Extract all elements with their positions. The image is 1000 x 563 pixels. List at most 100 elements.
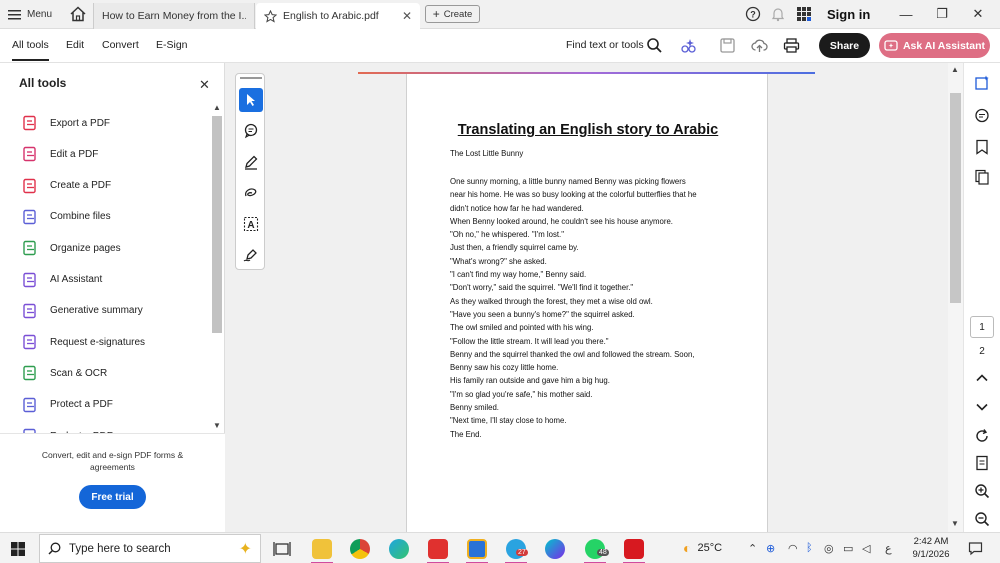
page-number-2[interactable]: 2 bbox=[970, 346, 994, 357]
story-line: "Oh no," he whispered. "I'm lost." bbox=[450, 230, 564, 240]
select-tool[interactable] bbox=[239, 88, 263, 112]
tool-item-combine-files[interactable]: Combine files bbox=[22, 207, 111, 227]
sign-tool[interactable] bbox=[239, 243, 263, 267]
app-icon[interactable] bbox=[467, 539, 487, 559]
tool-item-ai-assistant[interactable]: AI Assistant bbox=[22, 270, 102, 290]
ask-ai-assistant-button[interactable]: Ask AI Assistant bbox=[879, 33, 990, 58]
tool-item-label: Scan & OCR bbox=[50, 367, 108, 379]
comment-icon bbox=[244, 123, 258, 139]
tool-item-generative-summary[interactable]: Generative summary bbox=[22, 301, 143, 321]
comment-tool[interactable] bbox=[239, 119, 263, 143]
maximize-icon[interactable]: ❐ bbox=[932, 4, 952, 24]
canva-icon[interactable] bbox=[545, 539, 565, 559]
wps-office-icon[interactable] bbox=[428, 539, 448, 559]
organize-pages-icon bbox=[23, 240, 36, 256]
task-view-icon[interactable] bbox=[272, 539, 292, 559]
star-icon[interactable] bbox=[264, 9, 277, 23]
file-explorer-icon[interactable] bbox=[312, 539, 332, 559]
tab-earn-money[interactable]: How to Earn Money from the I... bbox=[93, 3, 255, 29]
chevron-down-icon[interactable] bbox=[974, 399, 990, 415]
scroll-up-icon[interactable]: ▲ bbox=[951, 65, 959, 74]
menu-esign[interactable]: E-Sign bbox=[156, 39, 188, 51]
bookmarks-icon[interactable] bbox=[974, 139, 990, 155]
chevron-up-icon[interactable] bbox=[974, 370, 990, 386]
create-button[interactable]: + Create bbox=[425, 5, 480, 23]
acrobat-icon[interactable] bbox=[624, 539, 644, 559]
freehand-icon bbox=[245, 188, 257, 197]
comments-icon[interactable] bbox=[974, 108, 990, 124]
taskbar-search[interactable]: Type here to search ✦ bbox=[39, 534, 261, 563]
toolbar-grip[interactable] bbox=[240, 77, 262, 79]
ai-sparkle-icon[interactable] bbox=[680, 37, 697, 54]
export-pdf-icon bbox=[23, 115, 36, 131]
find-text-tools[interactable]: Find text or tools bbox=[566, 39, 644, 51]
tool-item-create-a-pdf[interactable]: Create a PDF bbox=[22, 176, 111, 196]
hamburger-icon bbox=[8, 10, 21, 20]
ai-summary-icon[interactable] bbox=[974, 75, 990, 91]
notification-icon[interactable] bbox=[968, 541, 983, 556]
close-panel-icon[interactable]: ✕ bbox=[199, 77, 210, 93]
tool-item-redact-a-pdf[interactable]: Redact a PDF bbox=[22, 426, 113, 433]
free-trial-button[interactable]: Free trial bbox=[79, 485, 146, 509]
network-icon[interactable]: ◎ bbox=[824, 542, 834, 555]
scroll-down-icon[interactable]: ▼ bbox=[951, 519, 959, 528]
tool-item-label: Protect a PDF bbox=[50, 399, 113, 411]
search-icon bbox=[48, 542, 61, 555]
weather-widget[interactable]: ◐ 25°C bbox=[683, 540, 722, 556]
tool-item-organize-pages[interactable]: Organize pages bbox=[22, 238, 121, 258]
tool-item-scan-ocr[interactable]: Scan & OCR bbox=[22, 363, 107, 383]
tool-item-request-e-signatures[interactable]: Request e-signatures bbox=[22, 332, 145, 352]
sync-icon[interactable]: ⊕ bbox=[766, 542, 775, 555]
scrollbar-thumb[interactable] bbox=[212, 116, 222, 333]
highlight-tool[interactable] bbox=[239, 150, 263, 174]
menu-edit[interactable]: Edit bbox=[66, 39, 84, 51]
search-icon[interactable] bbox=[646, 37, 663, 54]
pages-icon[interactable] bbox=[974, 169, 990, 185]
share-button[interactable]: Share bbox=[819, 33, 870, 58]
scrollbar-thumb[interactable] bbox=[950, 93, 961, 303]
edge-icon[interactable] bbox=[389, 539, 409, 559]
wifi-icon[interactable]: ◠ bbox=[788, 542, 798, 555]
close-tab-icon[interactable]: ✕ bbox=[402, 9, 412, 23]
panel-scrollbar[interactable]: ▲ ▼ bbox=[211, 103, 223, 433]
help-icon[interactable]: ? bbox=[745, 6, 761, 22]
refresh-icon[interactable] bbox=[974, 428, 990, 444]
battery-icon[interactable]: ▭ bbox=[843, 542, 853, 555]
menu-all-tools[interactable]: All tools bbox=[12, 39, 49, 61]
draw-tool[interactable] bbox=[239, 181, 263, 205]
tool-item-export-a-pdf[interactable]: Export a PDF bbox=[22, 113, 110, 133]
chrome-icon[interactable] bbox=[350, 539, 370, 559]
zoom-out-icon[interactable] bbox=[974, 511, 990, 527]
save-icon[interactable] bbox=[719, 37, 736, 54]
home-icon[interactable] bbox=[69, 5, 87, 23]
document-scrollbar[interactable]: ▲ ▼ bbox=[948, 63, 963, 532]
menu-convert[interactable]: Convert bbox=[102, 39, 139, 51]
language-icon[interactable]: ع bbox=[885, 542, 892, 555]
tool-item-label: Combine files bbox=[50, 211, 111, 223]
close-window-icon[interactable]: ✕ bbox=[968, 4, 988, 24]
clock[interactable]: 2:42 AM 9/1/2026 bbox=[905, 535, 957, 561]
tool-item-protect-a-pdf[interactable]: Protect a PDF bbox=[22, 395, 113, 415]
zoom-in-icon[interactable] bbox=[974, 483, 990, 499]
tool-item-edit-a-pdf[interactable]: Edit a PDF bbox=[22, 144, 98, 164]
text-recognition-tool[interactable]: A bbox=[239, 212, 263, 236]
bell-icon[interactable] bbox=[770, 6, 786, 22]
upload-cloud-icon[interactable] bbox=[751, 37, 768, 54]
volume-icon[interactable]: ◁ bbox=[862, 542, 870, 555]
minimize-icon[interactable]: — bbox=[896, 4, 916, 24]
scroll-down-icon[interactable]: ▼ bbox=[213, 421, 221, 430]
current-page-number[interactable]: 1 bbox=[970, 316, 994, 338]
windows-start-icon[interactable] bbox=[11, 542, 25, 556]
tab-english-to-arabic[interactable]: English to Arabic.pdf ✕ bbox=[256, 3, 420, 29]
text-select-icon: A bbox=[243, 216, 259, 232]
whatsapp-badge: 48 bbox=[597, 549, 609, 556]
print-icon[interactable] bbox=[783, 37, 800, 54]
chevron-up-icon[interactable]: ⌃ bbox=[748, 542, 757, 555]
apps-grid-icon[interactable] bbox=[796, 6, 812, 22]
scroll-up-icon[interactable]: ▲ bbox=[213, 103, 221, 112]
sign-in-link[interactable]: Sign in bbox=[827, 7, 870, 22]
page-fit-icon[interactable] bbox=[974, 455, 990, 471]
bluetooth-icon[interactable]: ᛒ bbox=[806, 542, 813, 554]
menu-button[interactable]: Menu bbox=[8, 5, 52, 24]
story-line: Benny and the squirrel thanked the owl a… bbox=[450, 349, 695, 359]
